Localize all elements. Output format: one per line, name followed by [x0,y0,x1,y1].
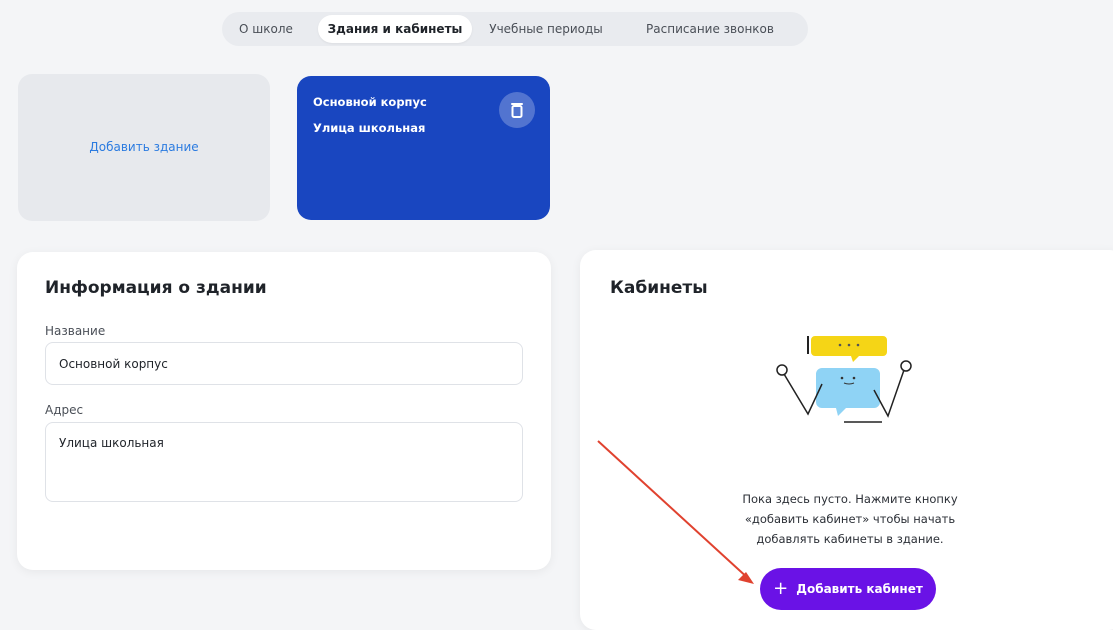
delete-building-button[interactable] [499,92,535,128]
tab-study-periods[interactable]: Учебные периоды [484,15,608,43]
annotation-arrow [597,440,754,584]
building-info-title: Информация о здании [45,278,267,298]
tab-about-school[interactable]: О школе [228,15,304,43]
section-tabs: О школе Здания и кабинеты Учебные период… [222,12,808,46]
building-address-input[interactable]: Улица школьная [45,422,523,502]
building-card[interactable]: Основной корпус Улица школьная [297,76,550,220]
building-address: Улица школьная [313,121,426,135]
building-info-panel: Информация о здании Название Основной ко… [17,252,551,570]
building-name: Основной корпус [313,95,427,109]
tab-bell-schedule[interactable]: Расписание звонков [636,15,784,43]
add-building-label[interactable]: Добавить здание [18,140,270,154]
add-building-card[interactable]: Добавить здание [18,74,270,221]
add-room-button[interactable]: + Добавить кабинет [760,568,936,610]
plus-icon: + [773,578,789,599]
tab-buildings-rooms[interactable]: Здания и кабинеты [318,15,472,43]
rooms-title: Кабинеты [610,278,708,298]
empty-state-illustration [776,336,912,423]
building-name-input[interactable]: Основной корпус [45,342,523,385]
building-name-value: Основной корпус [59,357,168,371]
add-room-label: Добавить кабинет [796,582,923,596]
name-label: Название [45,324,106,338]
building-address-value: Улица школьная [59,436,164,450]
trash-icon [511,103,523,118]
address-label: Адрес [45,403,84,417]
